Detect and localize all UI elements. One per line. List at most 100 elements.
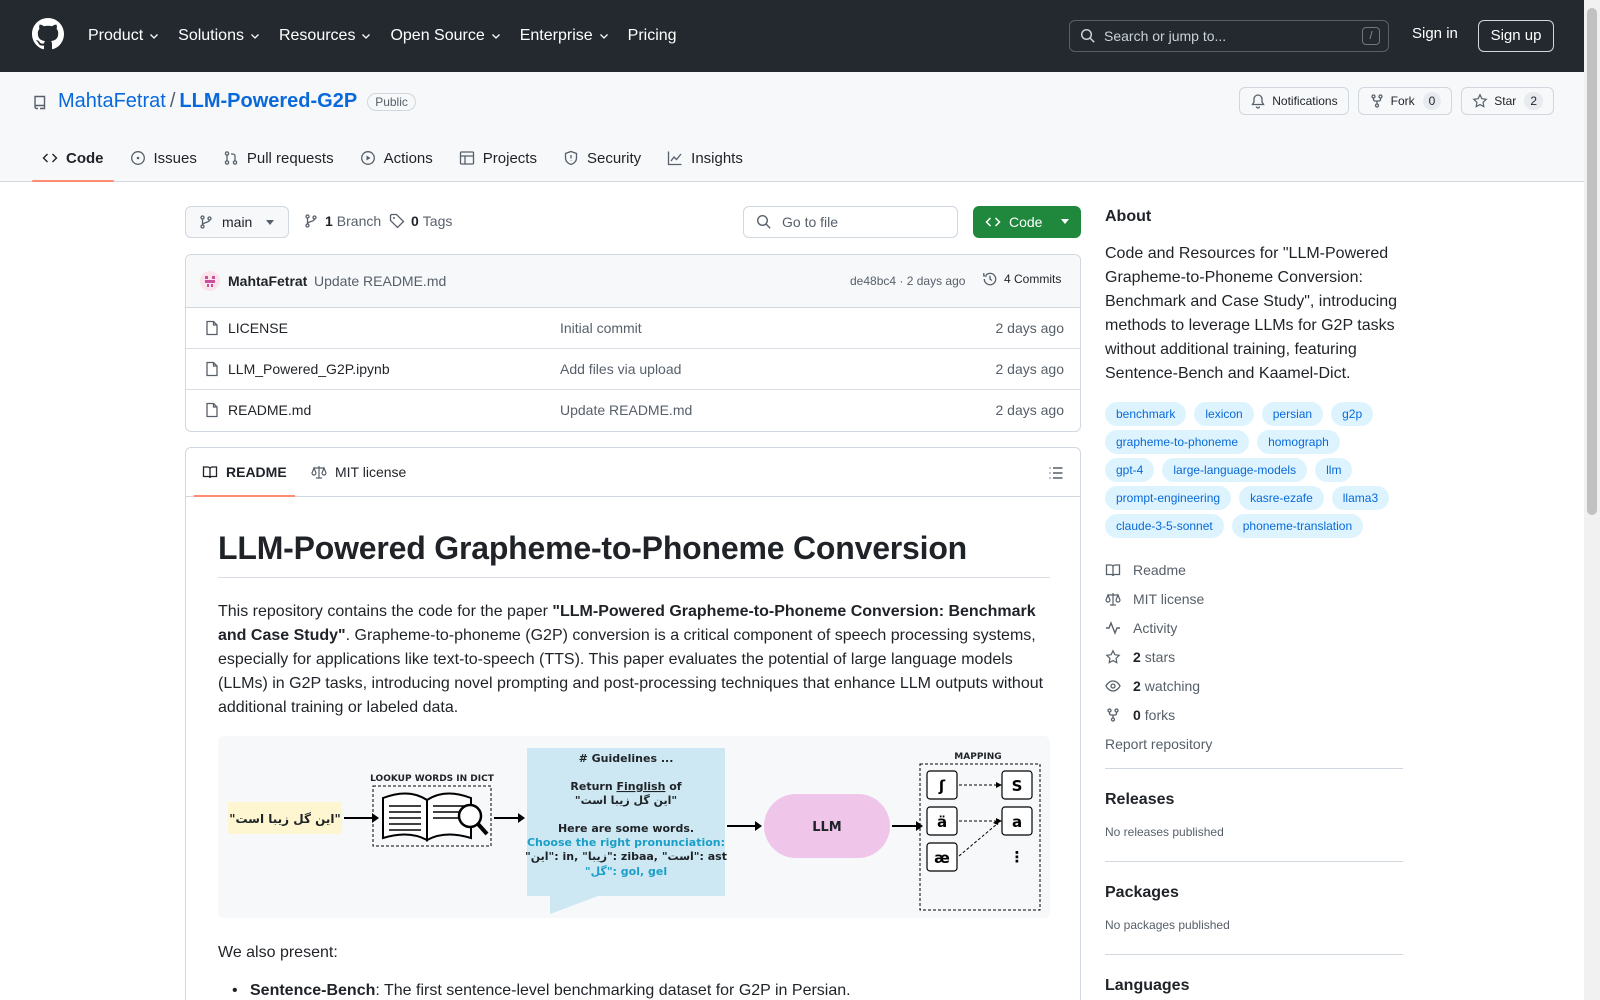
nav-product[interactable]: Product — [88, 27, 160, 45]
activity-link[interactable]: Activity — [1105, 613, 1403, 642]
global-nav: Product Solutions Resources Open Source … — [88, 0, 695, 72]
file-name-link[interactable]: README.md — [228, 402, 311, 418]
topic-tag[interactable]: benchmark — [1105, 402, 1187, 426]
nav-label: Product — [88, 27, 144, 44]
nav-label: Solutions — [178, 27, 244, 44]
code-dropdown-button[interactable]: Code — [973, 206, 1081, 238]
sign-in-link[interactable]: Sign in — [1412, 25, 1458, 42]
tab-insights[interactable]: Insights — [657, 134, 753, 182]
nav-label: Open Source — [390, 27, 485, 44]
scrollbar-thumb[interactable] — [1587, 8, 1597, 515]
tags-link[interactable]: 0 Tags — [389, 213, 452, 229]
tab-pull-requests[interactable]: Pull requests — [213, 134, 344, 182]
page-scrollbar[interactable] — [1584, 0, 1600, 1000]
topic-tag[interactable]: grapheme-to-phoneme — [1105, 430, 1250, 454]
file-commit-message[interactable]: Initial commit — [560, 320, 642, 336]
nav-open-source[interactable]: Open Source — [390, 27, 501, 45]
watchers-link[interactable]: 2 watching — [1105, 671, 1403, 700]
tab-issues[interactable]: Issues — [120, 134, 207, 182]
topic-tag[interactable]: llama3 — [1331, 486, 1390, 510]
topic-tag[interactable]: gpt-4 — [1105, 458, 1155, 482]
topic-tag[interactable]: homograph — [1257, 430, 1340, 454]
topic-tag[interactable]: phoneme-translation — [1231, 514, 1364, 538]
report-repository-link[interactable]: Report repository — [1105, 729, 1403, 758]
pull-request-icon — [224, 151, 238, 165]
author-avatar[interactable] — [200, 271, 220, 291]
global-search-input[interactable]: Search or jump to... / — [1069, 20, 1389, 52]
releases-heading[interactable]: Releases — [1105, 791, 1403, 809]
readme-tabs: README MIT license — [186, 448, 1080, 497]
commit-message-link[interactable]: Update README.md — [314, 273, 446, 289]
branch-count: 1 — [325, 213, 333, 229]
license-link[interactable]: MIT license — [1105, 584, 1403, 613]
file-row[interactable]: LICENSE Initial commit 2 days ago — [186, 308, 1080, 349]
nav-label: Enterprise — [519, 27, 593, 44]
packages-heading[interactable]: Packages — [1105, 884, 1403, 902]
file-row[interactable]: LLM_Powered_G2P.ipynb Add files via uplo… — [186, 349, 1080, 390]
about-links: Readme MIT license Activity 2 stars 2 watc… — [1105, 555, 1403, 758]
tab-readme[interactable]: README — [194, 448, 295, 497]
forks-link[interactable]: 0 forks — [1105, 700, 1403, 729]
readme-title: LLM-Powered Grapheme-to-Phoneme Conversi… — [218, 530, 1050, 578]
commits-history-link[interactable]: 4 Commits — [982, 271, 1061, 287]
topic-tag[interactable]: prompt-engineering — [1105, 486, 1232, 510]
sign-up-button[interactable]: Sign up — [1478, 20, 1554, 52]
star-button[interactable]: Star 2 — [1461, 87, 1554, 115]
commit-sha-time[interactable]: de48bc4 · 2 days ago — [850, 274, 965, 288]
source-symbol: ä — [937, 813, 947, 831]
pipeline-diagram: "این گل زیبا است" LOOKUP WORDS IN DICT #… — [228, 748, 1041, 914]
file-icon — [206, 320, 218, 336]
latest-commit-bar: MahtaFetrat Update README.md de48bc4 · 2… — [186, 255, 1080, 308]
file-commit-message[interactable]: Add files via upload — [560, 361, 681, 377]
topic-tag[interactable]: claude-3-5-sonnet — [1105, 514, 1224, 538]
file-toolbar: main 1 Branch 0 Tags Go to file Code — [185, 206, 1082, 238]
stars-count: 2 — [1133, 648, 1141, 665]
readme-bullet: Sentence-Bench: The first sentence-level… — [218, 982, 1050, 1000]
topic-tag[interactable]: kasre-ezafe — [1239, 486, 1324, 510]
watching-count: 2 — [1133, 677, 1141, 694]
tab-label: Issues — [153, 149, 197, 167]
readme-intro: This repository contains the code for th… — [218, 600, 1050, 720]
stars-link[interactable]: 2 stars — [1105, 642, 1403, 671]
tag-count: 0 — [411, 213, 419, 229]
branch-icon — [200, 215, 212, 229]
repo-title: MahtaFetrat / LLM-Powered-G2P Public — [32, 90, 416, 113]
commit-author-link[interactable]: MahtaFetrat — [228, 273, 307, 289]
input-sentence: "این گل زیبا است" — [229, 812, 341, 826]
source-symbol: ʃ — [938, 777, 946, 795]
readme-also-present: We also present: — [218, 944, 338, 961]
nav-pricing[interactable]: Pricing — [628, 27, 677, 45]
branch-icon — [305, 214, 317, 228]
file-row[interactable]: README.md Update README.md 2 days ago — [186, 390, 1080, 431]
table-of-contents-icon[interactable] — [1048, 465, 1064, 481]
fork-button[interactable]: Fork 0 — [1357, 87, 1453, 115]
notifications-button[interactable]: Notifications — [1239, 87, 1349, 115]
repo-name-link[interactable]: LLM-Powered-G2P — [179, 90, 357, 113]
repo-owner-link[interactable]: MahtaFetrat — [58, 90, 166, 113]
nav-solutions[interactable]: Solutions — [178, 27, 261, 45]
github-logo-icon[interactable] — [32, 18, 64, 50]
nav-resources[interactable]: Resources — [279, 27, 372, 45]
file-name-link[interactable]: LICENSE — [228, 320, 288, 336]
topic-tag[interactable]: lexicon — [1194, 402, 1254, 426]
readme-link[interactable]: Readme — [1105, 555, 1403, 584]
go-to-file-input[interactable]: Go to file — [743, 206, 958, 238]
topic-tag[interactable]: llm — [1315, 458, 1353, 482]
tab-actions[interactable]: Actions — [350, 134, 443, 182]
tab-security[interactable]: Security — [553, 134, 651, 182]
tab-code[interactable]: Code — [32, 134, 114, 182]
file-commit-message[interactable]: Update README.md — [560, 402, 692, 418]
prompt-entries: "این": in, "زیبا": zibaa, "است": ast — [525, 850, 727, 863]
file-name-link[interactable]: LLM_Powered_G2P.ipynb — [228, 361, 390, 377]
nav-label: Resources — [278, 27, 356, 44]
topic-tag[interactable]: persian — [1261, 402, 1324, 426]
tab-license[interactable]: MIT license — [311, 448, 406, 496]
branch-selector[interactable]: main — [185, 206, 289, 238]
nav-enterprise[interactable]: Enterprise — [520, 27, 610, 45]
fork-label: Fork — [1390, 94, 1415, 108]
topic-tag[interactable]: large-language-models — [1162, 458, 1308, 482]
tab-label: MIT license — [335, 464, 407, 480]
tab-projects[interactable]: Projects — [449, 134, 547, 182]
branches-link[interactable]: 1 Branch — [303, 213, 381, 229]
topic-tag[interactable]: g2p — [1331, 402, 1374, 426]
